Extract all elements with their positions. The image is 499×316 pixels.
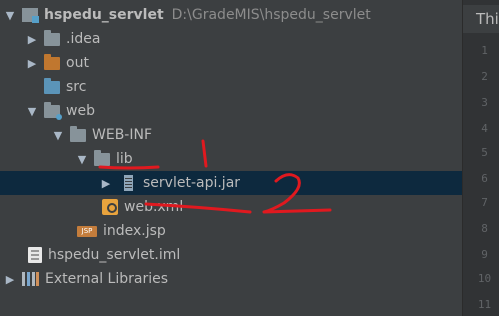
tree-row-iml[interactable]: hspedu_servlet.iml	[0, 243, 462, 267]
tree-item-idea: .idea	[66, 31, 101, 47]
editor-tab-title[interactable]: Thi	[463, 5, 499, 33]
line-number: 10	[477, 272, 492, 285]
line-number: 7	[481, 196, 488, 209]
chevron-right-icon[interactable]: ▶	[26, 33, 38, 45]
line-number: 1	[481, 44, 488, 57]
tree-row-out[interactable]: ▶ out	[0, 51, 462, 75]
tree-item-webinf: WEB-INF	[92, 127, 152, 143]
libraries-icon	[22, 272, 39, 286]
tree-row-src[interactable]: src	[0, 75, 462, 99]
folder-icon	[94, 149, 110, 166]
project-tree: ▼ hspedu_servlet D:\GradeMIS\hspedu_serv…	[0, 0, 462, 316]
tree-row-servlet-jar[interactable]: ▶ servlet-api.jar	[0, 171, 462, 195]
excluded-folder-icon	[44, 53, 60, 70]
project-name: hspedu_servlet	[44, 7, 164, 23]
tree-item-external-libraries: External Libraries	[45, 271, 168, 287]
module-folder-icon	[22, 8, 39, 23]
tree-item-src: src	[66, 79, 87, 95]
web-folder-icon	[44, 101, 62, 120]
chevron-right-icon[interactable]: ▶	[100, 177, 112, 189]
chevron-right-icon[interactable]: ▶	[26, 57, 38, 69]
tree-item-iml: hspedu_servlet.iml	[48, 247, 181, 263]
project-path: D:\GradeMIS\hspedu_servlet	[171, 7, 371, 23]
tree-row-idea[interactable]: ▶ .idea	[0, 27, 462, 51]
module-file-icon	[28, 247, 42, 263]
tree-row-webinf[interactable]: ▼ WEB-INF	[0, 123, 462, 147]
jsp-file-icon: JSP	[77, 225, 97, 237]
chevron-down-icon[interactable]: ▼	[4, 9, 16, 21]
line-number: 2	[481, 70, 488, 83]
line-number: 3	[481, 96, 488, 109]
line-number: 9	[481, 248, 488, 261]
tree-row-external-libraries[interactable]: ▶ External Libraries	[0, 267, 462, 291]
tree-row-web-xml[interactable]: web.xml	[0, 195, 462, 219]
source-folder-icon	[44, 77, 60, 94]
line-number: 8	[481, 222, 488, 235]
line-number: 4	[481, 122, 488, 135]
tree-item-web: web	[66, 103, 95, 119]
line-number: 5	[481, 146, 488, 159]
chevron-down-icon[interactable]: ▼	[76, 153, 88, 165]
folder-icon	[44, 29, 60, 46]
tree-item-out: out	[66, 55, 89, 71]
tree-row-lib[interactable]: ▼ lib	[0, 147, 462, 171]
chevron-down-icon[interactable]: ▼	[52, 129, 64, 141]
tree-row-project[interactable]: ▼ hspedu_servlet D:\GradeMIS\hspedu_serv…	[0, 3, 462, 27]
folder-icon	[70, 125, 86, 142]
jar-icon	[124, 175, 133, 191]
tree-item-index-jsp: index.jsp	[103, 223, 166, 239]
tree-row-index-jsp[interactable]: JSP index.jsp	[0, 219, 462, 243]
tree-item-lib: lib	[116, 151, 133, 167]
tree-item-web-xml: web.xml	[124, 199, 184, 215]
chevron-down-icon[interactable]: ▼	[26, 105, 38, 117]
tree-row-web[interactable]: ▼ web	[0, 99, 462, 123]
chevron-right-icon[interactable]: ▶	[4, 273, 16, 285]
line-number: 11	[477, 298, 492, 311]
editor-gutter: Thi 1 2 3 4 5 6 7 8 9 10 11	[462, 0, 499, 316]
line-number: 6	[481, 172, 488, 185]
tree-item-servlet-jar: servlet-api.jar	[143, 175, 241, 191]
xml-config-icon	[102, 199, 118, 215]
